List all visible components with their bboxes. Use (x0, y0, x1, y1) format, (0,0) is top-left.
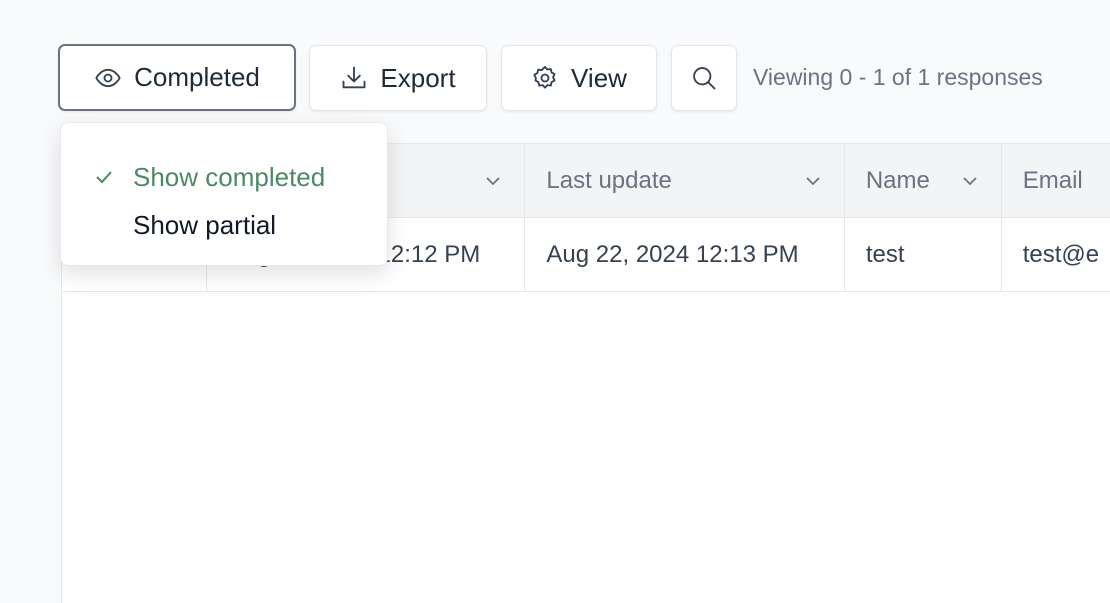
gear-icon (533, 65, 556, 89)
menu-item-label: Show completed (133, 161, 326, 192)
header-label: Last update (546, 166, 672, 194)
menu-item-label: Show partial (133, 209, 277, 240)
column-header-last-update[interactable]: Last update (525, 144, 845, 217)
chevron-down-icon[interactable] (483, 171, 503, 191)
download-icon (342, 66, 366, 89)
check-icon (96, 171, 112, 184)
view-label: View (571, 62, 627, 93)
column-header-name[interactable]: Name (845, 144, 1002, 217)
eye-icon (95, 68, 121, 87)
search-button[interactable] (671, 45, 737, 111)
search-icon (693, 67, 716, 90)
filter-dropdown-menu: Show completed Show partial (60, 122, 388, 266)
table-cell: test@e (1022, 240, 1100, 268)
export-button[interactable]: Export (309, 45, 487, 111)
chevron-down-icon[interactable] (960, 171, 980, 191)
export-label: Export (380, 62, 456, 93)
column-header-email[interactable]: Email (1002, 144, 1110, 217)
chevron-down-icon[interactable] (803, 171, 823, 191)
header-label: Name (865, 166, 930, 194)
menu-item-show-completed[interactable]: Show completed (61, 153, 387, 201)
menu-item-show-partial[interactable]: Show partial (61, 201, 387, 249)
filter-label: Completed (134, 62, 260, 92)
response-count: Viewing 0 - 1 of 1 responses (753, 64, 1043, 90)
view-button[interactable]: View (501, 45, 657, 111)
table-cell: Aug 22, 2024 12:13 PM (525, 218, 845, 291)
header-label: Email (1022, 166, 1083, 194)
filter-completed-button[interactable]: Completed (58, 44, 296, 111)
table-cell: test (845, 218, 1002, 291)
